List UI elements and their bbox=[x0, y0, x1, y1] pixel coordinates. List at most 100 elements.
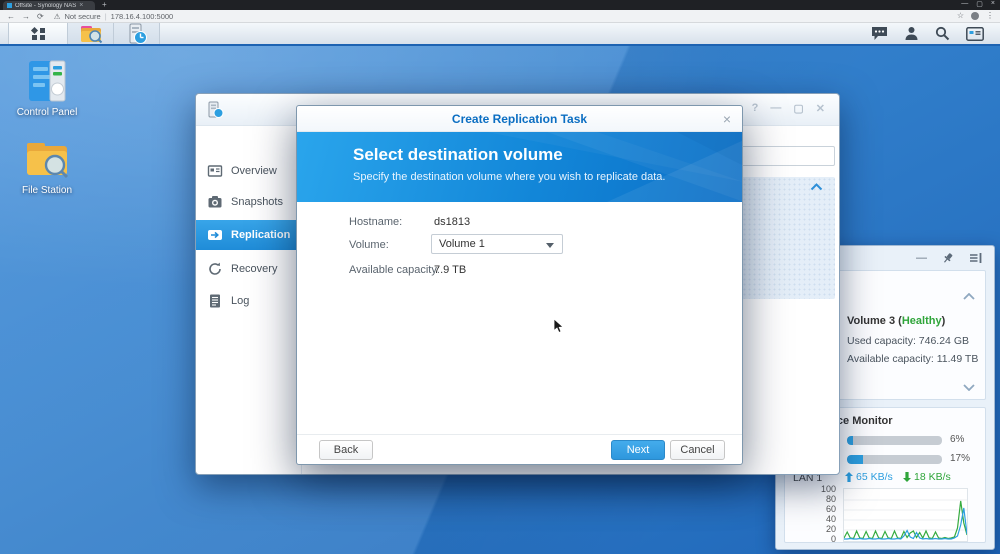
replication-icon bbox=[208, 230, 222, 240]
taskbar-file-station-button[interactable] bbox=[68, 23, 114, 44]
ram-usage-bar-fill bbox=[847, 455, 864, 464]
next-button[interactable]: Next bbox=[611, 440, 665, 460]
sidebar-item-label: Snapshots bbox=[231, 196, 283, 208]
volume-select-value: Volume 1 bbox=[439, 238, 485, 250]
volume-status: Healthy bbox=[901, 315, 942, 327]
back-button[interactable]: Back bbox=[319, 440, 373, 460]
browser-tabbar: Offsite - Synology NAS × + — ▢ × bbox=[0, 0, 1000, 10]
volume-title: Volume 3 (Healthy) bbox=[847, 315, 946, 327]
ram-usage-label: 17% bbox=[950, 453, 971, 464]
sidebar-item-label: Overview bbox=[231, 165, 277, 177]
cancel-button[interactable]: Cancel bbox=[670, 440, 725, 460]
sidebar-item-overview[interactable]: Overview bbox=[196, 159, 301, 183]
url-field[interactable]: ⚠ Not secure | 178.16.4.100:5000 bbox=[54, 12, 174, 21]
sidebar-item-label: Replication bbox=[231, 229, 291, 241]
lan-download: 18 KB/s bbox=[903, 471, 951, 483]
user-icon[interactable] bbox=[904, 26, 919, 41]
desktop-icon-label: File Station bbox=[21, 185, 73, 196]
dsm-taskbar bbox=[0, 23, 1000, 46]
warning-icon: ⚠ bbox=[53, 11, 61, 21]
pin-icon[interactable] bbox=[942, 252, 954, 264]
browser-minimize-button[interactable]: — bbox=[961, 0, 968, 8]
browser-close-button[interactable]: × bbox=[991, 0, 995, 8]
log-icon bbox=[210, 294, 220, 308]
window-close-button[interactable]: ✕ bbox=[816, 102, 825, 115]
upload-arrow-icon bbox=[845, 472, 853, 482]
browser-addressbar: ← → ⟳ ⚠ Not secure | 178.16.4.100:5000 ☆… bbox=[0, 10, 1000, 23]
banner-pattern bbox=[487, 132, 742, 202]
maximize-button[interactable]: ▢ bbox=[793, 102, 803, 115]
dialog-footer: Back Next Cancel bbox=[297, 434, 742, 464]
volume-used-capacity: Used capacity: 746.24 GB bbox=[847, 335, 969, 347]
lan-upload: 65 KB/s bbox=[845, 471, 893, 483]
taskbar-tray bbox=[871, 23, 1000, 44]
volume-label: Volume: bbox=[349, 239, 389, 251]
main-menu-button[interactable] bbox=[8, 23, 68, 44]
browser-avatar[interactable] bbox=[971, 11, 979, 20]
dialog-titlebar[interactable]: Create Replication Task × bbox=[297, 106, 742, 132]
desktop-icon-file-station[interactable]: File Station bbox=[1, 136, 93, 196]
dialog-close-button[interactable]: × bbox=[723, 106, 731, 132]
desktop-icon-control-panel[interactable]: Control Panel bbox=[1, 58, 93, 118]
collapse-panel-icon[interactable] bbox=[969, 252, 982, 264]
app-window-controls: ? — ▢ ✕ bbox=[752, 102, 825, 115]
sidebar-item-label: Log bbox=[231, 295, 250, 307]
browser-maximize-button[interactable]: ▢ bbox=[976, 0, 983, 8]
new-tab-button[interactable]: + bbox=[102, 0, 107, 9]
available-capacity-label: Available capacity: bbox=[349, 264, 440, 276]
screen: Offsite - Synology NAS × + — ▢ × ← → ⟳ ⚠… bbox=[0, 0, 1000, 554]
minimize-button[interactable]: — bbox=[770, 102, 781, 115]
url-text: 178.16.4.100:5000 bbox=[110, 11, 174, 21]
lan-chart-plot bbox=[843, 499, 968, 540]
dialog-heading: Select destination volume bbox=[353, 145, 563, 164]
cpu-usage-label: 6% bbox=[950, 434, 965, 445]
hostname-value: ds1813 bbox=[434, 216, 471, 228]
dialog-title: Create Replication Task bbox=[451, 112, 588, 126]
tab-title: Offsite - Synology NAS bbox=[15, 2, 77, 9]
search-icon[interactable] bbox=[935, 26, 950, 41]
volume-select[interactable]: Volume 1 bbox=[431, 234, 563, 254]
recovery-icon bbox=[209, 262, 221, 275]
widgets-panel-icon[interactable] bbox=[966, 26, 984, 41]
desktop-icon-label: Control Panel bbox=[16, 107, 78, 118]
mouse-cursor bbox=[553, 318, 564, 334]
sidebar-item-replication[interactable]: Replication bbox=[196, 220, 301, 250]
bookmark-icon[interactable]: ☆ bbox=[957, 11, 964, 20]
tab-favicon-icon bbox=[7, 3, 12, 8]
forward-icon[interactable]: → bbox=[22, 12, 30, 21]
reload-icon[interactable]: ⟳ bbox=[37, 12, 44, 21]
select-caret-icon bbox=[546, 243, 554, 248]
widget-minimize-icon[interactable]: — bbox=[916, 252, 927, 264]
snapshots-icon bbox=[208, 196, 222, 208]
app-window-icon bbox=[208, 101, 224, 118]
help-button[interactable]: ? bbox=[752, 102, 759, 115]
hostname-label: Hostname: bbox=[349, 216, 403, 228]
addressbar-right: ☆ ⋮ bbox=[957, 11, 994, 20]
sidebar-item-snapshots[interactable]: Snapshots bbox=[196, 190, 301, 214]
security-label: Not secure bbox=[64, 11, 101, 21]
tab-close-icon[interactable]: × bbox=[79, 2, 83, 9]
dialog-subheading: Specify the destination volume where you… bbox=[353, 171, 666, 183]
browser-tab[interactable]: Offsite - Synology NAS × bbox=[3, 1, 95, 10]
snapshot-replication-icon bbox=[129, 23, 147, 44]
taskbar-snapshot-replication-button[interactable] bbox=[114, 23, 160, 44]
file-station-icon bbox=[80, 25, 102, 43]
main-menu-icon bbox=[30, 26, 46, 41]
cpu-usage-bar bbox=[847, 436, 942, 445]
section-collapse-chevron-icon[interactable] bbox=[810, 183, 823, 191]
cpu-usage-bar-fill bbox=[847, 436, 853, 445]
back-icon[interactable]: ← bbox=[7, 12, 15, 21]
download-arrow-icon bbox=[903, 472, 911, 482]
sidebar-item-log[interactable]: Log bbox=[196, 289, 301, 313]
url-separator: | bbox=[104, 11, 107, 21]
chevron-up-icon[interactable] bbox=[963, 293, 975, 300]
chat-icon[interactable] bbox=[871, 26, 888, 41]
dialog-banner: Select destination volume Specify the de… bbox=[297, 132, 742, 202]
chevron-down-icon[interactable] bbox=[963, 384, 975, 391]
sidebar-item-recovery[interactable]: Recovery bbox=[196, 257, 301, 281]
ram-usage-bar bbox=[847, 455, 942, 464]
control-panel-icon bbox=[29, 60, 66, 102]
browser-menu-icon[interactable]: ⋮ bbox=[986, 11, 994, 20]
app-sidebar: Overview Snapshots Replication Recovery … bbox=[196, 126, 301, 474]
lan-chart bbox=[843, 488, 968, 542]
